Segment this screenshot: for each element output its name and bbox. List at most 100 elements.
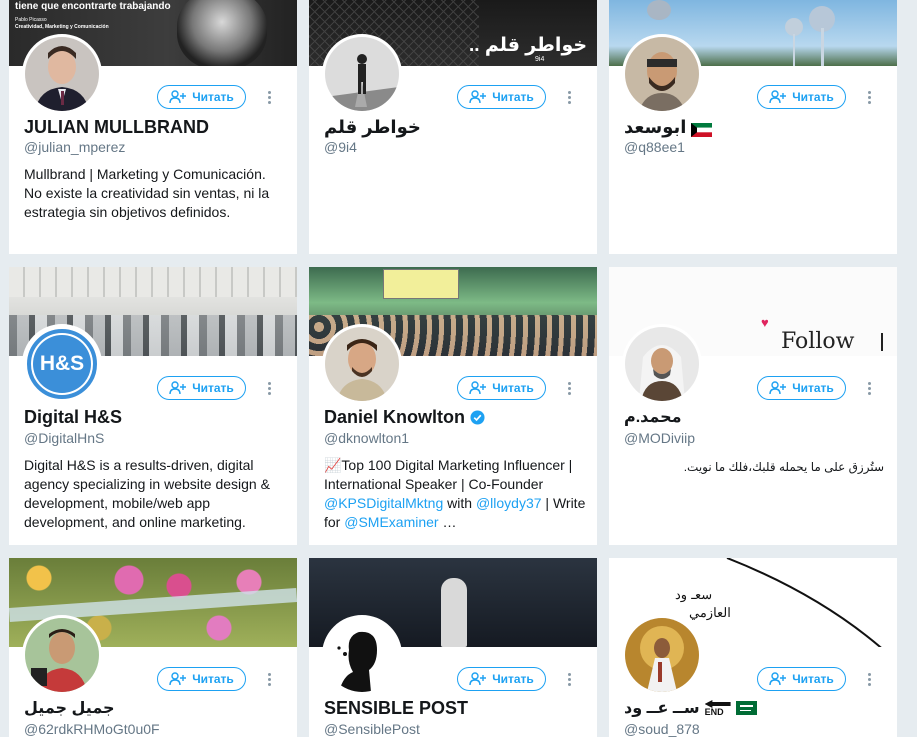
profile-handle[interactable]: @9i4 [324, 139, 357, 155]
more-options-icon[interactable] [561, 378, 577, 398]
avatar[interactable] [322, 615, 402, 695]
profile-name[interactable]: JULIAN MULLBRAND [24, 117, 209, 138]
follow-label: Читать [492, 90, 534, 104]
profile-handle[interactable]: @soud_878 [624, 721, 700, 737]
avatar[interactable]: H&S [22, 324, 102, 404]
profile-name[interactable]: محمد.م [624, 407, 682, 427]
avatar[interactable] [622, 34, 702, 114]
profile-name[interactable]: ابوسعد [624, 117, 713, 138]
profile-handle[interactable]: @DigitalHnS [24, 430, 104, 446]
more-options-icon[interactable] [561, 87, 577, 107]
follow-label: Читать [792, 672, 834, 686]
profile-card[interactable]: سعـ ود العازمي Читать ســ عــ ود END @so… [609, 558, 897, 737]
more-options-icon[interactable] [561, 669, 577, 689]
follow-label: Читать [192, 90, 234, 104]
banner-screen-image [383, 269, 459, 299]
profile-name[interactable]: ســ عــ ود END [624, 698, 757, 718]
banner-subtext: 9i4 [535, 56, 545, 63]
avatar[interactable] [622, 324, 702, 404]
follow-label: Читать [192, 381, 234, 395]
profile-bio: Digital H&S is a results-driven, digital… [24, 457, 270, 530]
follow-user-icon [769, 381, 787, 395]
banner-office-image [9, 267, 297, 297]
avatar[interactable] [22, 34, 102, 114]
end-label: END [704, 707, 724, 717]
profile-handle[interactable]: @62rdkRHMoGt0u0F [24, 721, 160, 737]
banner-subtext: Pablo Picasso [15, 17, 47, 23]
more-options-icon[interactable] [861, 87, 877, 107]
follow-label: Читать [792, 90, 834, 104]
bio-mention-link[interactable]: @KPSDigitalMktng [324, 495, 443, 511]
follow-label: Читать [492, 672, 534, 686]
follow-user-icon [169, 90, 187, 104]
profile-handle[interactable]: @MODiviip [624, 430, 695, 446]
profile-name[interactable]: Digital H&S [24, 407, 122, 428]
follow-button[interactable]: Читать [757, 85, 846, 109]
profile-card[interactable]: خواطر قلم .. 9i4 Читать خواطر قلم @9i4 [309, 0, 597, 254]
follow-user-icon [769, 672, 787, 686]
follow-user-icon [469, 672, 487, 686]
profile-handle[interactable]: @SensiblePost [324, 721, 420, 737]
follow-button[interactable]: Читать [457, 376, 546, 400]
more-options-icon[interactable] [261, 378, 277, 398]
follow-button[interactable]: Читать [457, 667, 546, 691]
follow-button[interactable]: Читать [157, 85, 246, 109]
profile-card[interactable]: Читать جميل جميل @62rdkRHMoGt0u0F [9, 558, 297, 737]
profile-name-text: محمد.م [624, 409, 682, 426]
avatar[interactable] [322, 324, 402, 404]
kuwait-flag-icon [691, 121, 713, 137]
avatar[interactable] [622, 615, 702, 695]
follow-button[interactable]: Читать [757, 376, 846, 400]
profile-card[interactable]: Читать Daniel Knowlton @dknowlton1 📈Top … [309, 267, 597, 545]
profile-card[interactable]: ♥ Follow Читать محمد.م @MODiviip ستُرزق … [609, 267, 897, 545]
profile-handle[interactable]: @q88ee1 [624, 139, 685, 155]
bio-mention-link[interactable]: @lloydy37 [476, 495, 542, 511]
profile-handle[interactable]: @julian_mperez [24, 139, 125, 155]
saudi-flag-icon [735, 701, 757, 715]
banner-tower-image [793, 34, 795, 66]
follow-user-icon [469, 381, 487, 395]
profile-name-text: ســ عــ ود [624, 700, 700, 717]
follow-user-icon [169, 381, 187, 395]
bio-text: … [438, 514, 457, 530]
profile-name-text: Daniel Knowlton [324, 407, 465, 427]
profile-name[interactable]: SENSIBLE POST [324, 698, 468, 719]
follow-button[interactable]: Читать [457, 85, 546, 109]
profile-name[interactable]: Daniel Knowlton [324, 407, 485, 428]
follow-button[interactable]: Читать [157, 376, 246, 400]
banner-subtext: العازمي [689, 606, 731, 621]
profile-card[interactable]: H&S Читать Digital H&S @DigitalHnS Digit… [9, 267, 297, 545]
banner-tower-image [647, 0, 671, 20]
end-arrow-icon: END [704, 700, 731, 717]
profile-card[interactable]: Читать SENSIBLE POST @SensiblePost [309, 558, 597, 737]
banner-tower-image [821, 28, 824, 66]
more-options-icon[interactable] [861, 669, 877, 689]
profile-card[interactable]: tiene que encontrarte trabajando Pablo P… [9, 0, 297, 254]
profile-handle[interactable]: @dknowlton1 [324, 430, 409, 446]
avatar[interactable] [22, 615, 102, 695]
follow-button[interactable]: Читать [757, 667, 846, 691]
follow-user-icon [769, 90, 787, 104]
more-options-icon[interactable] [861, 378, 877, 398]
banner-person-image [441, 578, 467, 647]
banner-text: خواطر قلم .. [469, 35, 588, 56]
more-options-icon[interactable] [261, 87, 277, 107]
profile-name[interactable]: جميل جميل [24, 698, 115, 718]
follow-user-icon [469, 90, 487, 104]
banner-text: سعـ ود [675, 588, 713, 603]
profile-card[interactable]: Читать ابوسعد @q88ee1 [609, 0, 897, 254]
avatar[interactable] [322, 34, 402, 114]
banner-face-image [177, 0, 267, 66]
banner-follow-text: Follow [781, 329, 855, 354]
verified-badge-icon [470, 410, 485, 425]
profile-name-text: Digital H&S [24, 407, 123, 427]
profile-name-text: SENSIBLE POST [324, 698, 469, 718]
follow-label: Читать [792, 381, 834, 395]
banner-subtext: Creatividad, Marketing y Comunicación [15, 24, 109, 30]
more-options-icon[interactable] [261, 669, 277, 689]
bio-mention-link[interactable]: @SMExaminer [344, 514, 438, 530]
follow-button[interactable]: Читать [157, 667, 246, 691]
bio-text: 📈Top 100 Digital Marketing Influencer | … [324, 457, 573, 492]
profile-name[interactable]: خواطر قلم [324, 117, 421, 138]
avatar-logo-text: H&S [39, 352, 85, 375]
